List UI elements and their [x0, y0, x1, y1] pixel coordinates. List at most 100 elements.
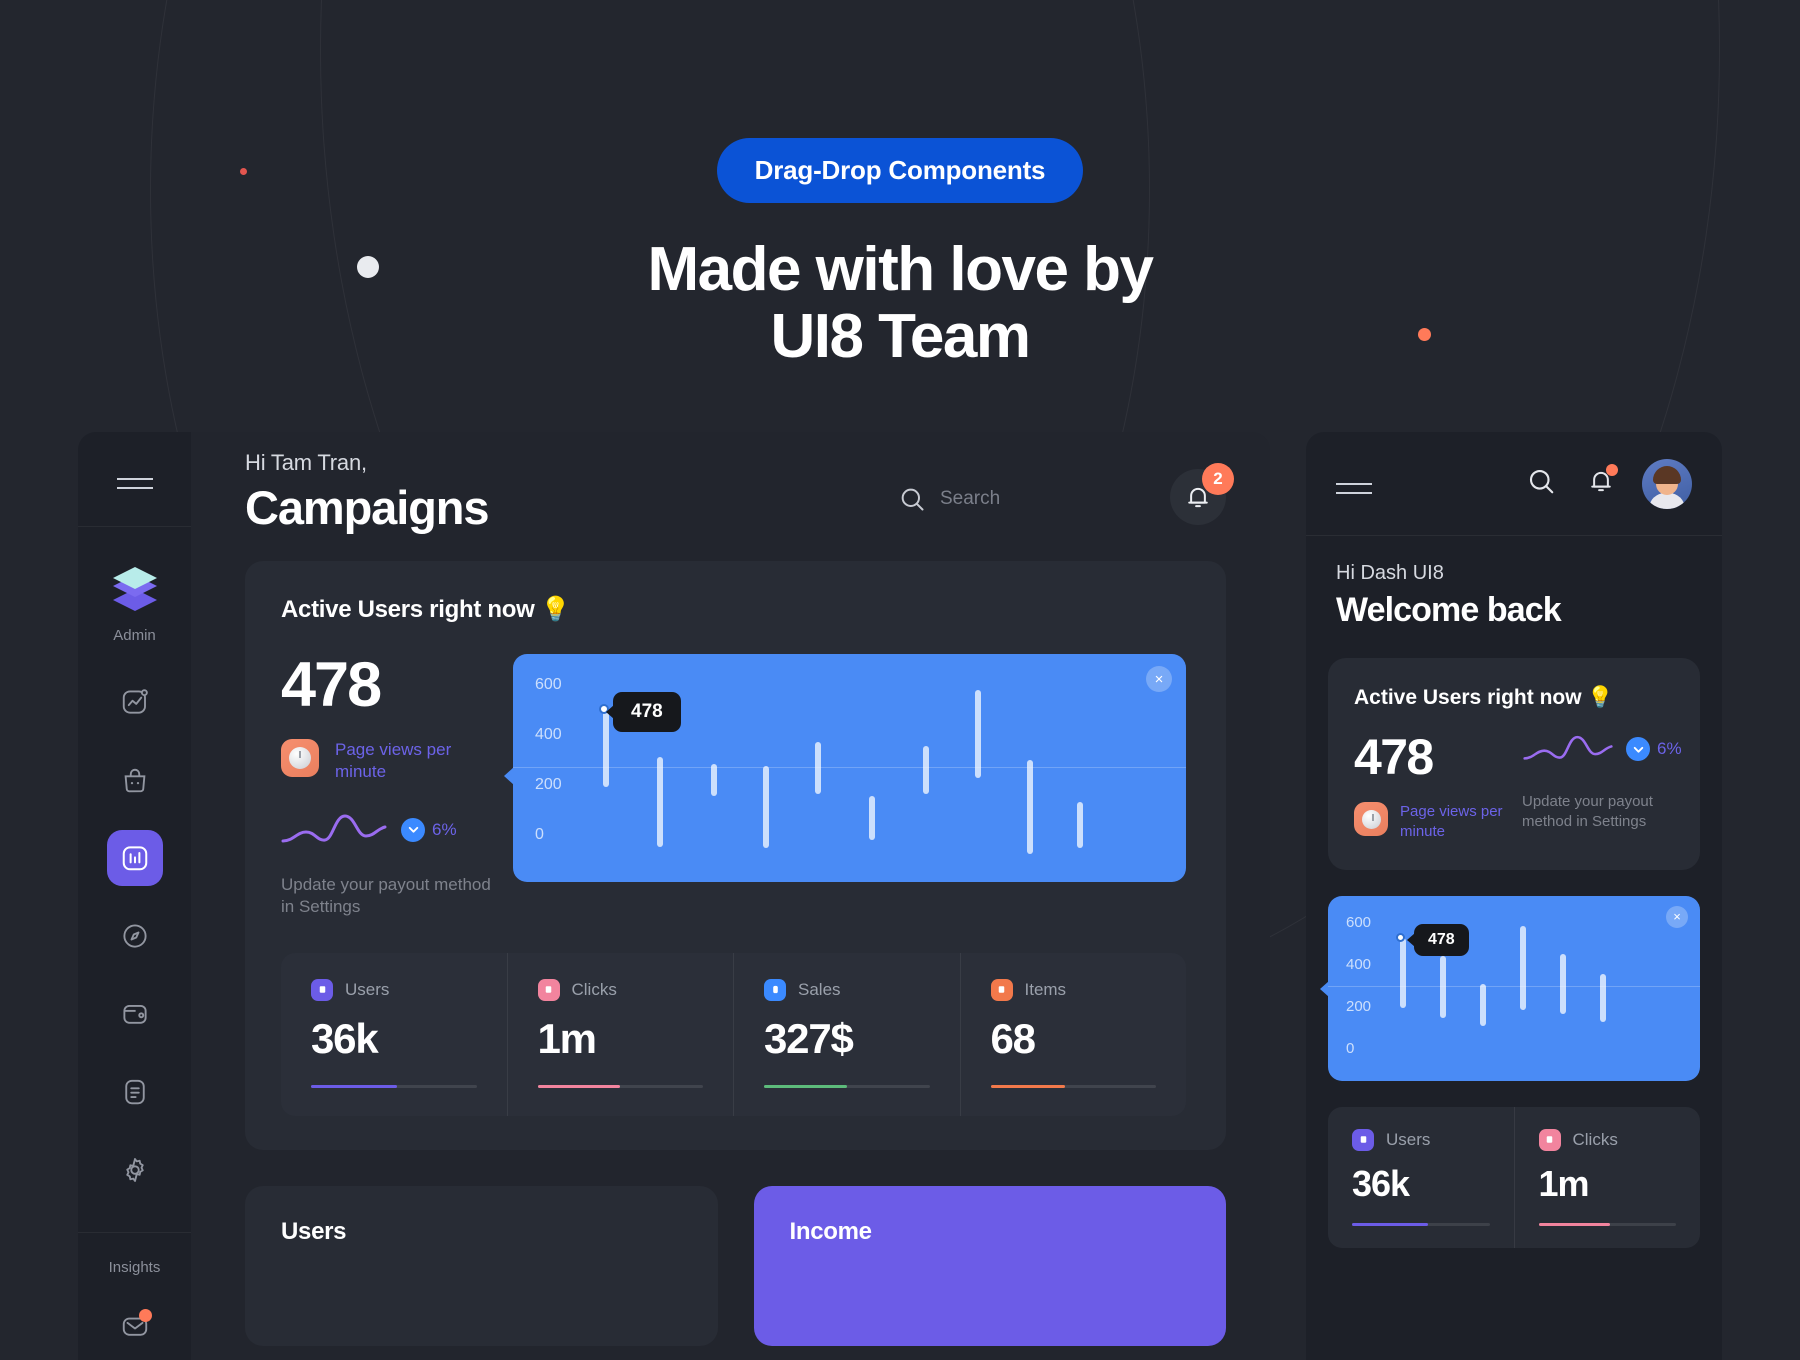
notification-button[interactable]: 2 [1170, 463, 1234, 539]
clicks-icon [1538, 1128, 1561, 1151]
mobile-notification-button[interactable] [1586, 464, 1618, 501]
chart-bar [1440, 955, 1446, 1018]
sidebar-item-explore[interactable] [107, 908, 163, 964]
mobile-topbar [1306, 432, 1722, 536]
chart-bar [1480, 983, 1486, 1026]
kpi-progress [311, 1084, 477, 1088]
mobile-chart[interactable]: × 600 400 200 0 478 [1320, 895, 1700, 1081]
chart-tooltip: 478 [606, 692, 681, 732]
search-input[interactable] [940, 488, 1130, 510]
page-views-row: Page views per minute [281, 739, 501, 784]
mobile-kpi-progress [1538, 1222, 1676, 1226]
sidebar-item-reports[interactable] [106, 830, 163, 887]
chart-bar [923, 746, 929, 794]
mobile-page-views-row: Page views per minute [1354, 802, 1504, 842]
mobile-page-views-label: Page views per minute [1400, 803, 1503, 840]
content-area: Active Users right now 💡 478 Page views … [191, 539, 1270, 1346]
brand[interactable]: Admin [109, 565, 161, 644]
y-tick-0: 0 [535, 826, 544, 843]
mobile-card-body: 478 Page views per minute 6% Update your… [1354, 732, 1682, 842]
items-icon [990, 978, 1013, 1001]
y-tick-600: 600 [535, 676, 562, 693]
chevron-down-icon [401, 817, 425, 842]
mobile-kpi-users[interactable]: Users 36k [1328, 1106, 1515, 1248]
chart-bar [1027, 760, 1033, 854]
hero-section: Drag-Drop Components Made with love by U… [0, 0, 1800, 371]
clicks-icon [537, 978, 560, 1001]
mobile-delta-chip: 6% [1626, 737, 1682, 761]
main-column: Hi Tam Tran, Campaigns Search 2 Active U… [191, 432, 1270, 1360]
wallet-icon [122, 1005, 147, 1024]
kpi-label: Items [1024, 979, 1067, 999]
bar-chart-icon [122, 846, 147, 871]
chart-bar [869, 796, 875, 840]
brand-label: Admin [113, 627, 156, 645]
page-heading: Hi Tam Tran, Campaigns [245, 450, 898, 539]
users-card[interactable]: Users [245, 1185, 718, 1346]
kpi-progress [990, 1084, 1156, 1088]
chart-bar [657, 757, 663, 847]
kpi-progress [537, 1084, 703, 1088]
sidebar-insights-nav [107, 1298, 163, 1360]
page-views-label: Page views per minute [335, 740, 452, 782]
sparkline-icon [1523, 735, 1613, 760]
sidebar: Admin Insights [78, 432, 191, 1360]
hero-badge[interactable]: Drag-Drop Components [716, 138, 1084, 203]
sidebar-menu-toggle[interactable] [78, 432, 191, 528]
y-tick-200: 200 [535, 776, 562, 793]
notification-count-badge: 2 [1202, 463, 1234, 495]
kpi-card-items[interactable]: Items 68 [961, 953, 1187, 1116]
mobile-menu-toggle[interactable] [1336, 482, 1372, 494]
mobile-app-panel: Hi Dash UI8 Welcome back Active Users ri… [1306, 432, 1722, 1360]
knob-icon [1354, 802, 1388, 836]
chart-highlight-dot [1396, 932, 1405, 942]
mobile-delta-block: 6% Update your payout method in Settings [1522, 732, 1682, 842]
active-users-body: 478 Page views per minute 6% Update your… [281, 654, 1186, 919]
mobile-kpi-value: 1m [1538, 1162, 1590, 1204]
mobile-welcome: Welcome back [1336, 591, 1562, 629]
y-tick-200: 200 [1346, 997, 1372, 1015]
users-card-title: Users [281, 1217, 347, 1245]
layers-logo-icon [112, 567, 157, 612]
y-tick-0: 0 [1346, 1039, 1355, 1057]
mobile-delta-value: 6% [1657, 739, 1682, 758]
compass-icon [122, 924, 147, 948]
mobile-payout-note: Update your payout method in Settings [1522, 793, 1653, 830]
kpi-card-clicks[interactable]: Clicks 1m [508, 952, 734, 1116]
sidebar-item-wallet[interactable] [107, 986, 163, 1042]
users-icon [1352, 1128, 1374, 1151]
chart-bar [1077, 802, 1083, 848]
chart-bar [1600, 973, 1606, 1022]
kpi-value: 36k [311, 1014, 379, 1062]
active-users-card: Active Users right now 💡 478 Page views … [245, 561, 1226, 1150]
sidebar-divider [78, 1232, 191, 1233]
sidebar-item-documents[interactable] [107, 1064, 163, 1120]
active-users-title: Active Users right now 💡 [281, 596, 571, 623]
sidebar-item-shop[interactable] [107, 752, 163, 808]
sidebar-item-settings[interactable] [107, 1142, 163, 1198]
topbar: Hi Tam Tran, Campaigns Search 2 [191, 432, 1270, 539]
active-users-chart[interactable]: × 600 400 200 0 478 [504, 654, 1186, 882]
sidebar-item-analytics[interactable] [107, 674, 163, 730]
mobile-kpi-label: Users [1386, 1129, 1431, 1149]
search-box[interactable] [898, 485, 1130, 539]
hero-title-line-2: UI8 Team [770, 301, 1031, 371]
users-icon [311, 978, 333, 1001]
income-card[interactable]: Income [753, 1185, 1226, 1346]
sparkline-icon [281, 814, 387, 843]
kpi-card-users[interactable]: Users 36k [281, 952, 508, 1116]
active-users-summary: 478 Page views per minute 6% Update your… [281, 654, 501, 919]
sales-icon [764, 978, 786, 1001]
mobile-kpi-progress [1352, 1222, 1490, 1226]
avatar[interactable] [1642, 458, 1692, 509]
kpi-card-sales[interactable]: Sales 327$ [734, 952, 961, 1116]
mobile-search-button[interactable] [1526, 466, 1556, 501]
document-icon [124, 1079, 145, 1105]
messages-badge-dot [138, 1309, 152, 1322]
y-tick-400: 400 [535, 726, 562, 743]
sidebar-item-messages[interactable] [107, 1298, 163, 1354]
chart-bar [1560, 953, 1566, 1014]
kpi-value: 68 [990, 1014, 1037, 1062]
mobile-kpi-clicks[interactable]: Clicks 1m [1515, 1107, 1701, 1248]
delta-value: 6% [432, 819, 457, 839]
